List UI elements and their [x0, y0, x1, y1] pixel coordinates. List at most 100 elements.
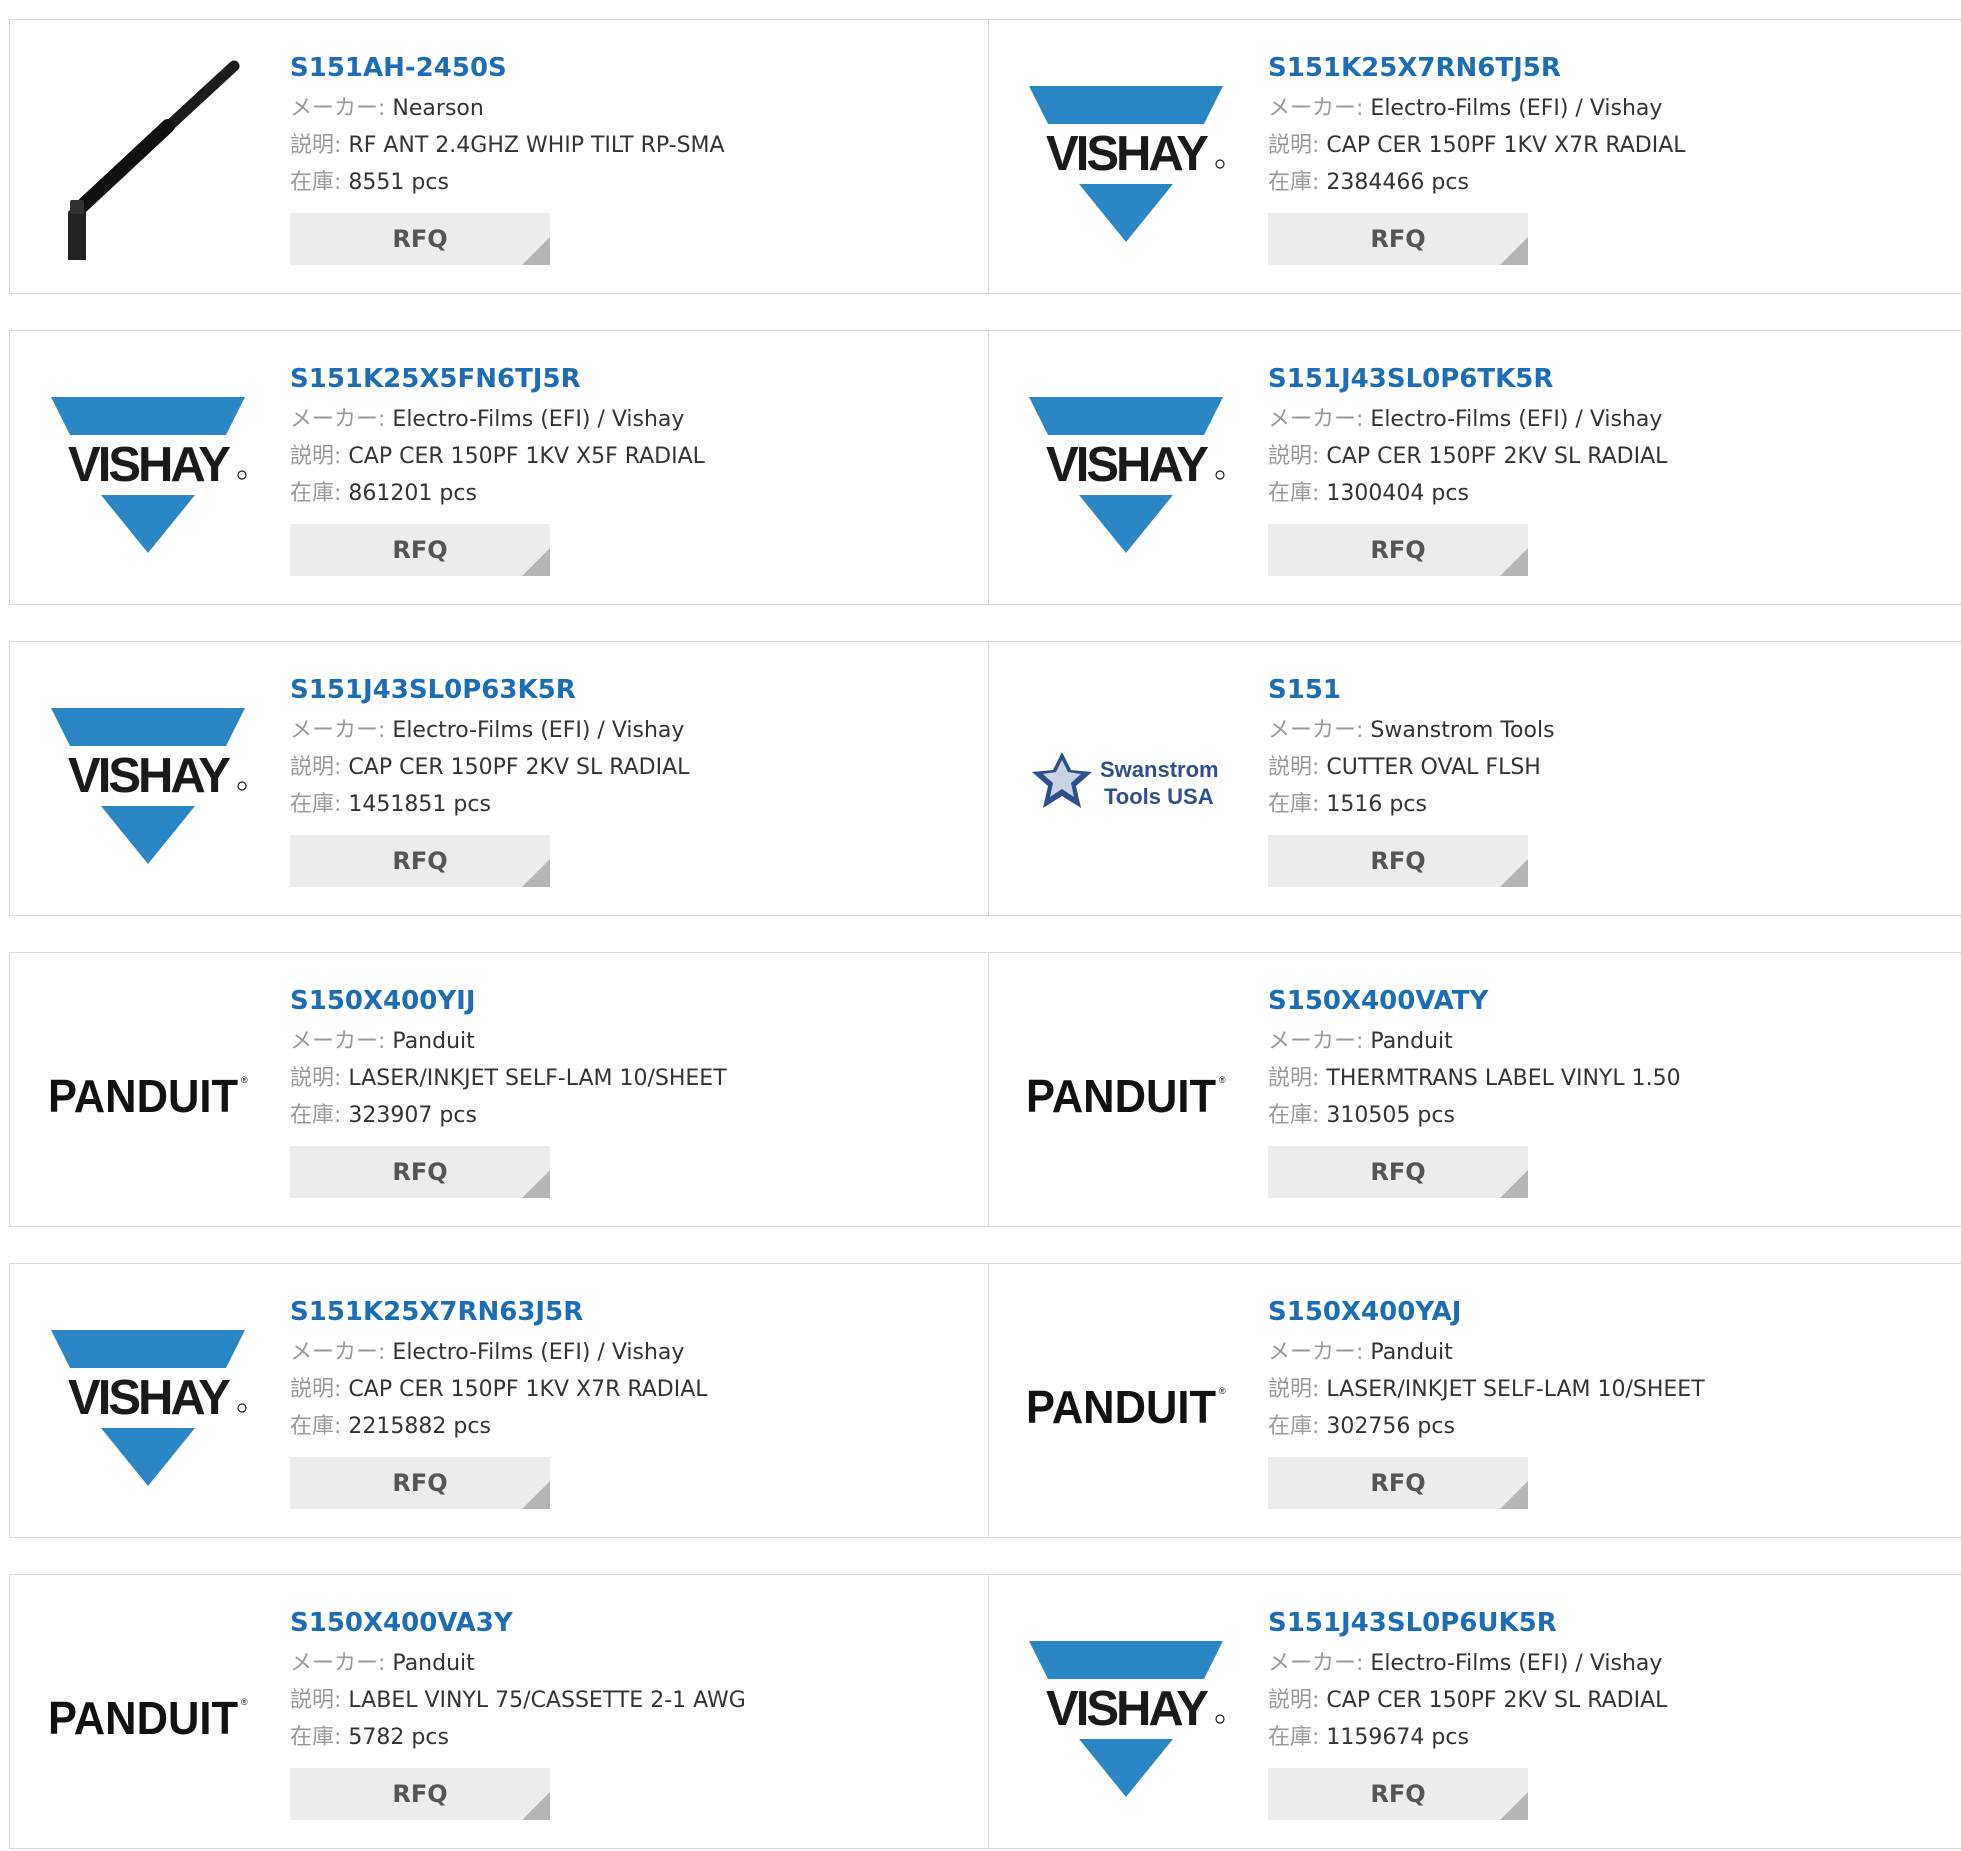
description-label: 説明:: [290, 444, 342, 469]
stock-label: 在庫:: [1268, 170, 1320, 195]
maker-value: Electro-Films (EFI) / Vishay: [1370, 96, 1663, 121]
stock-line: 在庫: 1300404 pcs: [1268, 475, 1667, 512]
description-label: 説明:: [1268, 755, 1320, 780]
manufacturer-logo: PANDUIT ®: [1026, 993, 1226, 1193]
rfq-button[interactable]: RFQ: [290, 213, 550, 265]
part-number-link[interactable]: S151: [1268, 668, 1555, 712]
part-number-link[interactable]: S150X400YIJ: [290, 979, 727, 1023]
rfq-label: RFQ: [1370, 1158, 1426, 1186]
part-number-link[interactable]: S151J43SL0P6TK5R: [1268, 357, 1667, 401]
vishay-logo: VISHAY: [51, 708, 247, 864]
description-line: 説明: LABEL VINYL 75/CASSETTE 2-1 AWG: [290, 1682, 746, 1719]
maker-value: Electro-Films (EFI) / Vishay: [392, 718, 685, 743]
rfq-button[interactable]: RFQ: [290, 835, 550, 887]
maker-value: Panduit: [1370, 1340, 1453, 1365]
rfq-label: RFQ: [392, 536, 448, 564]
description-value: CAP CER 150PF 1KV X7R RADIAL: [1326, 133, 1686, 158]
maker-value: Electro-Films (EFI) / Vishay: [392, 407, 685, 432]
product-card: Swanstrom Tools USA S151 メーカー: Swanstrom…: [988, 642, 1961, 915]
product-row: VISHAY S151K25X7RN63J5R メーカー: Electro-Fi…: [9, 1263, 1961, 1538]
part-number-link[interactable]: S151K25X5FN6TJ5R: [290, 357, 705, 401]
rfq-button[interactable]: RFQ: [290, 1146, 550, 1198]
product-info: S151K25X7RN63J5R メーカー: Electro-Films (EF…: [290, 1290, 708, 1509]
stock-value: 1159674 pcs: [1326, 1725, 1469, 1750]
rfq-button[interactable]: RFQ: [1268, 213, 1528, 265]
rfq-label: RFQ: [392, 1469, 448, 1497]
rfq-button[interactable]: RFQ: [290, 524, 550, 576]
description-line: 説明: CAP CER 150PF 2KV SL RADIAL: [1268, 438, 1667, 475]
part-number-link[interactable]: S151K25X7RN6TJ5R: [1268, 46, 1686, 90]
part-number-link[interactable]: S151J43SL0P63K5R: [290, 668, 689, 712]
description-label: 説明:: [1268, 444, 1320, 469]
rfq-button[interactable]: RFQ: [290, 1768, 550, 1820]
stock-line: 在庫: 8551 pcs: [290, 164, 725, 201]
product-row: PANDUIT ® S150X400VA3Y メーカー: Panduit 説明:…: [9, 1574, 1961, 1849]
corner-triangle-icon: [1500, 237, 1528, 265]
rfq-label: RFQ: [1370, 847, 1426, 875]
stock-line: 在庫: 2215882 pcs: [290, 1408, 708, 1445]
description-line: 説明: LASER/INKJET SELF-LAM 10/SHEET: [290, 1060, 727, 1097]
description-value: CUTTER OVAL FLSH: [1326, 755, 1541, 780]
maker-value: Electro-Films (EFI) / Vishay: [1370, 407, 1663, 432]
description-line: 説明: CUTTER OVAL FLSH: [1268, 749, 1555, 786]
swanstrom-logo: Swanstrom Tools USA: [1032, 752, 1219, 809]
stock-line: 在庫: 1516 pcs: [1268, 786, 1555, 823]
rfq-label: RFQ: [392, 1780, 448, 1808]
part-number-link[interactable]: S150X400VA3Y: [290, 1601, 746, 1645]
part-number-link[interactable]: S150X400VATY: [1268, 979, 1681, 1023]
maker-line: メーカー: Electro-Films (EFI) / Vishay: [1268, 401, 1667, 438]
product-card: VISHAY S151K25X7RN63J5R メーカー: Electro-Fi…: [10, 1264, 989, 1537]
description-value: CAP CER 150PF 2KV SL RADIAL: [1326, 1688, 1668, 1713]
maker-label: メーカー:: [290, 1029, 386, 1054]
panduit-logo: PANDUIT ®: [48, 1070, 248, 1122]
corner-triangle-icon: [522, 237, 550, 265]
svg-text:PANDUIT: PANDUIT: [1026, 1381, 1216, 1433]
stock-value: 861201 pcs: [348, 481, 477, 506]
part-number-link[interactable]: S151J43SL0P6UK5R: [1268, 1601, 1667, 1645]
panduit-logo: PANDUIT ®: [1026, 1381, 1226, 1433]
manufacturer-logo: [48, 60, 248, 262]
description-line: 説明: LASER/INKJET SELF-LAM 10/SHEET: [1268, 1371, 1705, 1408]
antenna-image: [68, 60, 240, 262]
stock-label: 在庫:: [290, 792, 342, 817]
maker-label: メーカー:: [290, 407, 386, 432]
part-number-link[interactable]: S151K25X7RN63J5R: [290, 1290, 708, 1334]
corner-triangle-icon: [1500, 859, 1528, 887]
vishay-logo: VISHAY: [51, 1330, 247, 1486]
stock-value: 5782 pcs: [348, 1725, 449, 1750]
maker-line: メーカー: Panduit: [290, 1645, 746, 1682]
svg-text:VISHAY: VISHAY: [68, 1371, 230, 1425]
rfq-button[interactable]: RFQ: [290, 1457, 550, 1509]
maker-value: Nearson: [392, 96, 484, 121]
panduit-logo: PANDUIT ®: [48, 1692, 248, 1744]
description-value: LABEL VINYL 75/CASSETTE 2-1 AWG: [348, 1688, 746, 1713]
rfq-button[interactable]: RFQ: [1268, 835, 1528, 887]
rfq-label: RFQ: [392, 1158, 448, 1186]
manufacturer-logo: VISHAY: [48, 371, 248, 571]
product-card: PANDUIT ® S150X400YAJ メーカー: Panduit 説明: …: [988, 1264, 1961, 1537]
manufacturer-logo: VISHAY: [1026, 1615, 1226, 1815]
svg-text:PANDUIT: PANDUIT: [1026, 1070, 1216, 1122]
vishay-logo: VISHAY: [51, 397, 247, 553]
maker-label: メーカー:: [1268, 1651, 1364, 1676]
part-number-link[interactable]: S151AH-2450S: [290, 46, 725, 90]
description-line: 説明: CAP CER 150PF 2KV SL RADIAL: [1268, 1682, 1667, 1719]
rfq-button[interactable]: RFQ: [1268, 1146, 1528, 1198]
part-number-link[interactable]: S150X400YAJ: [1268, 1290, 1705, 1334]
stock-value: 1451851 pcs: [348, 792, 491, 817]
stock-label: 在庫:: [290, 1725, 342, 1750]
description-label: 説明:: [290, 133, 342, 158]
product-card: VISHAY S151K25X5FN6TJ5R メーカー: Electro-Fi…: [10, 331, 989, 604]
rfq-button[interactable]: RFQ: [1268, 524, 1528, 576]
maker-value: Swanstrom Tools: [1370, 718, 1555, 743]
rfq-button[interactable]: RFQ: [1268, 1457, 1528, 1509]
product-row: VISHAY S151K25X5FN6TJ5R メーカー: Electro-Fi…: [9, 330, 1961, 605]
stock-value: 2215882 pcs: [348, 1414, 491, 1439]
rfq-button[interactable]: RFQ: [1268, 1768, 1528, 1820]
description-label: 説明:: [1268, 133, 1320, 158]
maker-line: メーカー: Swanstrom Tools: [1268, 712, 1555, 749]
stock-label: 在庫:: [1268, 1725, 1320, 1750]
maker-line: メーカー: Panduit: [1268, 1023, 1681, 1060]
manufacturer-logo: Swanstrom Tools USA: [1026, 682, 1226, 882]
description-value: CAP CER 150PF 1KV X7R RADIAL: [348, 1377, 708, 1402]
